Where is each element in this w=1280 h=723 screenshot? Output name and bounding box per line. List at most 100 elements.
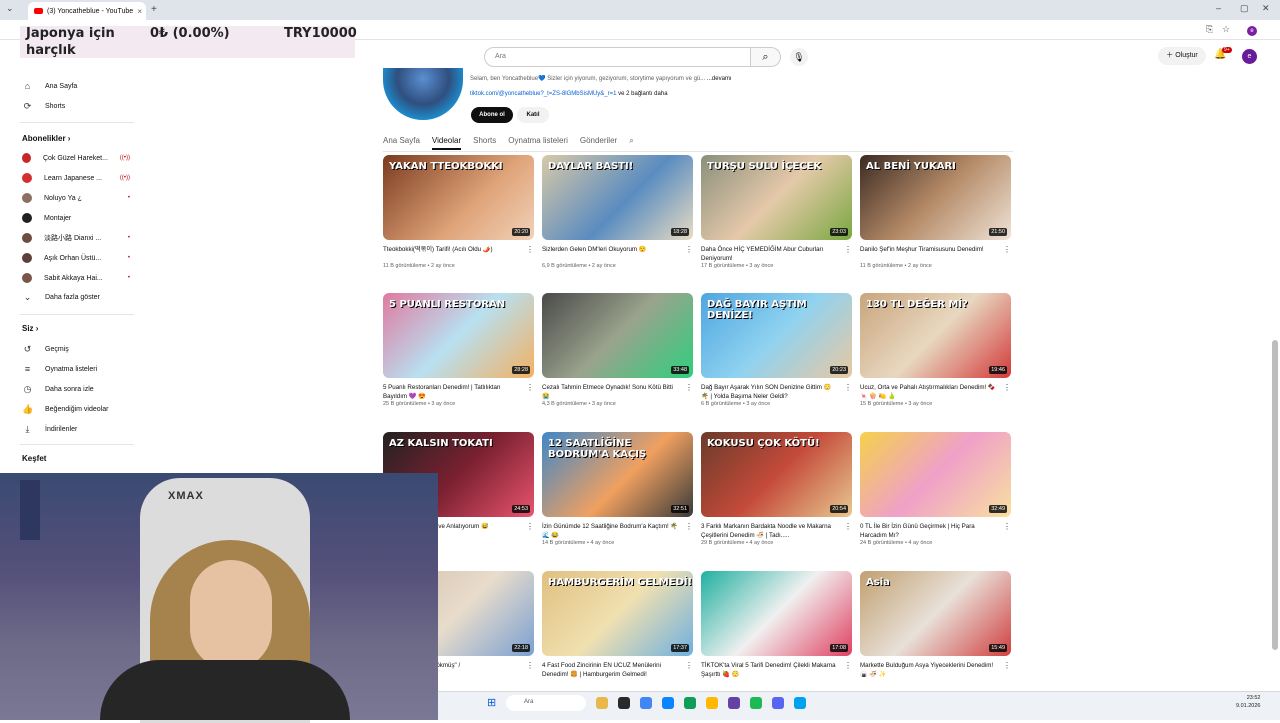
close-window-button[interactable]: ✕ [1262,3,1270,14]
video-thumbnail[interactable]: Asia 15:49 [860,571,1011,656]
sidebar-item-subscription[interactable]: Montajer [22,213,132,223]
browser-tab[interactable]: (3) Yoncatheblue - YouTube × [28,2,146,20]
video-title[interactable]: Cezalı Tahmin Etmece Oynadık! Sonu Kötü … [542,383,680,401]
windows-start-icon[interactable]: ⊞ [487,696,496,709]
video-card[interactable]: 12 SAATLİĞİNE BODRUM'A KAÇIŞ 32:51 İzin Gü… [542,432,693,546]
sidebar-item-subscription[interactable]: Sabit Akkaya Hai... • [22,273,132,283]
sidebar-item-subscription[interactable]: Aşık Orhan Üstü... • [22,253,132,263]
more-options-icon[interactable]: ⋮ [526,245,534,254]
taskbar-app-icon[interactable] [618,697,630,709]
tab-close-icon[interactable]: × [137,7,142,16]
taskbar-app-icon[interactable] [662,697,674,709]
sidebar-item-watch-later[interactable]: ◷ Daha sonra izle [22,384,132,395]
video-card[interactable]: 130 TL DEĞER Mİ? 19:46 Ucuz, Orta ve Pahal… [860,293,1011,407]
video-title[interactable]: Daha Önce HİÇ YEMEDİĞİM Abur Cuburları D… [701,245,839,263]
taskbar-app-icon[interactable] [728,697,740,709]
tab-home[interactable]: Ana Sayfa [383,136,420,150]
search-button[interactable]: ⌕ [751,47,781,67]
video-thumbnail[interactable]: 12 SAATLİĞİNE BODRUM'A KAÇIŞ 32:51 [542,432,693,517]
channel-description[interactable]: Selam, ben Yoncatheblue💙 Sizler için yiy… [470,75,732,82]
video-card[interactable]: Asia 15:49 Markette Bulduğum Asya Yiyecekl… [860,571,1011,679]
video-card[interactable]: DAYLAR BASTI! 18:28 Sizlerden Gelen DM'ler… [542,155,693,269]
maximize-button[interactable]: ▢ [1240,3,1249,14]
taskbar-app-icon[interactable] [640,697,652,709]
bookmark-star-icon[interactable]: ☆ [1222,24,1230,35]
join-button[interactable]: Katıl [517,107,549,123]
sidebar-item-downloads[interactable]: ⤓ İndirilenler [22,424,132,435]
video-thumbnail[interactable]: AL BENİ YUKARI 21:50 [860,155,1011,240]
video-thumbnail[interactable]: 32:49 [860,432,1011,517]
more-options-icon[interactable]: ⋮ [844,661,852,670]
video-title[interactable]: Ucuz, Orta ve Pahalı Atıştırmalıkları De… [860,383,998,401]
sidebar-item-home[interactable]: ⌂ Ana Sayfa [22,81,132,92]
video-card[interactable]: 17:08 TİKTOK'ta Viral 5 Tarifi Denedim! Ç… [701,571,852,679]
sidebar-item-subscription[interactable]: Çok Güzel Hareket... ((•)) [22,153,132,163]
tab-playlists[interactable]: Oynatma listeleri [508,136,568,150]
video-card[interactable]: TURŞU SULU İÇECEK 23:03 Daha Önce HİÇ YEME… [701,155,852,269]
more-options-icon[interactable]: ⋮ [526,522,534,531]
create-button[interactable]: ＋ Oluştur [1158,47,1206,65]
video-card[interactable]: 33:48 Cezalı Tahmin Etmece Oynadık! Sonu … [542,293,693,407]
video-title[interactable]: Markette Bulduğum Asya Yiyeceklerini Den… [860,661,998,679]
subscribe-button[interactable]: Abone ol [471,107,513,123]
video-title[interactable]: 4 Fast Food Zincirinin EN UCUZ Menülerin… [542,661,680,679]
video-card[interactable]: 32:49 0 TL İle Bir İzin Günü Geçirmek | H… [860,432,1011,546]
video-title[interactable]: Sizlerden Gelen DM'leri Okuyorum 😌 [542,245,680,263]
video-title[interactable]: 5 Puanlı Restoranları Denedim! | Tatlılı… [383,383,521,401]
video-thumbnail[interactable]: 33:48 [542,293,693,378]
search-icon[interactable]: ⌕ [629,136,633,150]
more-options-icon[interactable]: ⋮ [844,245,852,254]
tab-posts[interactable]: Gönderiler [580,136,617,150]
more-options-icon[interactable]: ⋮ [1003,522,1011,531]
new-tab-button[interactable]: + [151,4,157,15]
taskbar-app-icon[interactable] [596,697,608,709]
video-title[interactable]: TİKTOK'ta Viral 5 Tarifi Denedim! Çilekl… [701,661,839,679]
video-title[interactable]: Tteokbokki(떡볶이) Tarifi! (Acılı Oldu 🌶️) [383,245,521,263]
video-card[interactable]: DAĞ BAYIR AŞTIM DENİZE! 20:23 Dağ Bayır Aş… [701,293,852,407]
video-title[interactable]: Dağ Bayır Aşarak Yılın SON Denizine Gitt… [701,383,839,401]
taskbar-search[interactable]: Ara [506,695,586,711]
channel-links[interactable]: tiktok.com/@yoncatheblue?_t=ZS-8lGMbSisM… [470,91,668,97]
more-options-icon[interactable]: ⋮ [685,383,693,392]
video-title[interactable]: Danilo Şef'in Meşhur Tiramisusunu Denedi… [860,245,998,263]
avatar[interactable]: e [1242,49,1257,64]
tab-videos[interactable]: Videolar [431,136,462,150]
video-card[interactable]: KOKUSU ÇOK KÖTÜ! 20:54 3 Farklı Markanın B… [701,432,852,546]
taskbar-app-icon[interactable] [706,697,718,709]
more-options-icon[interactable]: ⋮ [1003,245,1011,254]
you-heading[interactable]: Siz › [22,324,38,333]
video-title[interactable]: 3 Farklı Markanın Bardakta Noodle ve Mak… [701,522,839,540]
sidebar-item-history[interactable]: ↺ Geçmiş [22,344,132,355]
more-options-icon[interactable]: ⋮ [1003,383,1011,392]
voice-search-button[interactable]: 🎙 [790,48,808,66]
tab-shorts[interactable]: Shorts [473,136,496,150]
more-options-icon[interactable]: ⋮ [844,383,852,392]
video-card[interactable]: HAMBURGERİM GELMEDİ! 17:37 4 Fast Food Zin… [542,571,693,679]
video-thumbnail[interactable]: HAMBURGERİM GELMEDİ! 17:37 [542,571,693,656]
video-card[interactable]: 5 PUANLI RESTORAN 28:28 5 Puanlı Restoranl… [383,293,534,407]
minimize-button[interactable]: – [1216,3,1221,13]
show-more-button[interactable]: ⌄ Daha fazla göster [22,292,132,303]
more-options-icon[interactable]: ⋮ [526,383,534,392]
taskbar-app-icon[interactable] [772,697,784,709]
sidebar-item-subscription[interactable]: 淡路小路 Dianxi ... • [22,233,132,243]
tab-search-icon[interactable]: ⌄ [6,3,14,14]
video-thumbnail[interactable]: YAKAN TTEOKBOKKI 20:20 [383,155,534,240]
video-thumbnail[interactable]: KOKUSU ÇOK KÖTÜ! 20:54 [701,432,852,517]
more-options-icon[interactable]: ⋮ [1003,661,1011,670]
taskbar-app-icon[interactable] [750,697,762,709]
taskbar-app-icon[interactable] [794,697,806,709]
video-card[interactable]: AL BENİ YUKARI 21:50 Danilo Şef'in Meşhur … [860,155,1011,269]
taskbar-app-icon[interactable] [684,697,696,709]
video-thumbnail[interactable]: 130 TL DEĞER Mİ? 19:46 [860,293,1011,378]
video-title[interactable]: İzin Günümde 12 Saatliğine Bodrum'a Kaçt… [542,522,680,540]
more-options-icon[interactable]: ⋮ [685,661,693,670]
video-thumbnail[interactable]: DAYLAR BASTI! 18:28 [542,155,693,240]
channel-avatar[interactable] [383,68,463,120]
subscriptions-heading[interactable]: Abonelikler › [22,134,70,143]
video-thumbnail[interactable]: TURŞU SULU İÇECEK 23:03 [701,155,852,240]
more-options-icon[interactable]: ⋮ [844,522,852,531]
scrollbar[interactable] [1272,340,1278,650]
install-app-icon[interactable]: ⎘ [1206,24,1213,35]
video-card[interactable]: YAKAN TTEOKBOKKI 20:20 Tteokbokki(떡볶이) Tar… [383,155,534,269]
